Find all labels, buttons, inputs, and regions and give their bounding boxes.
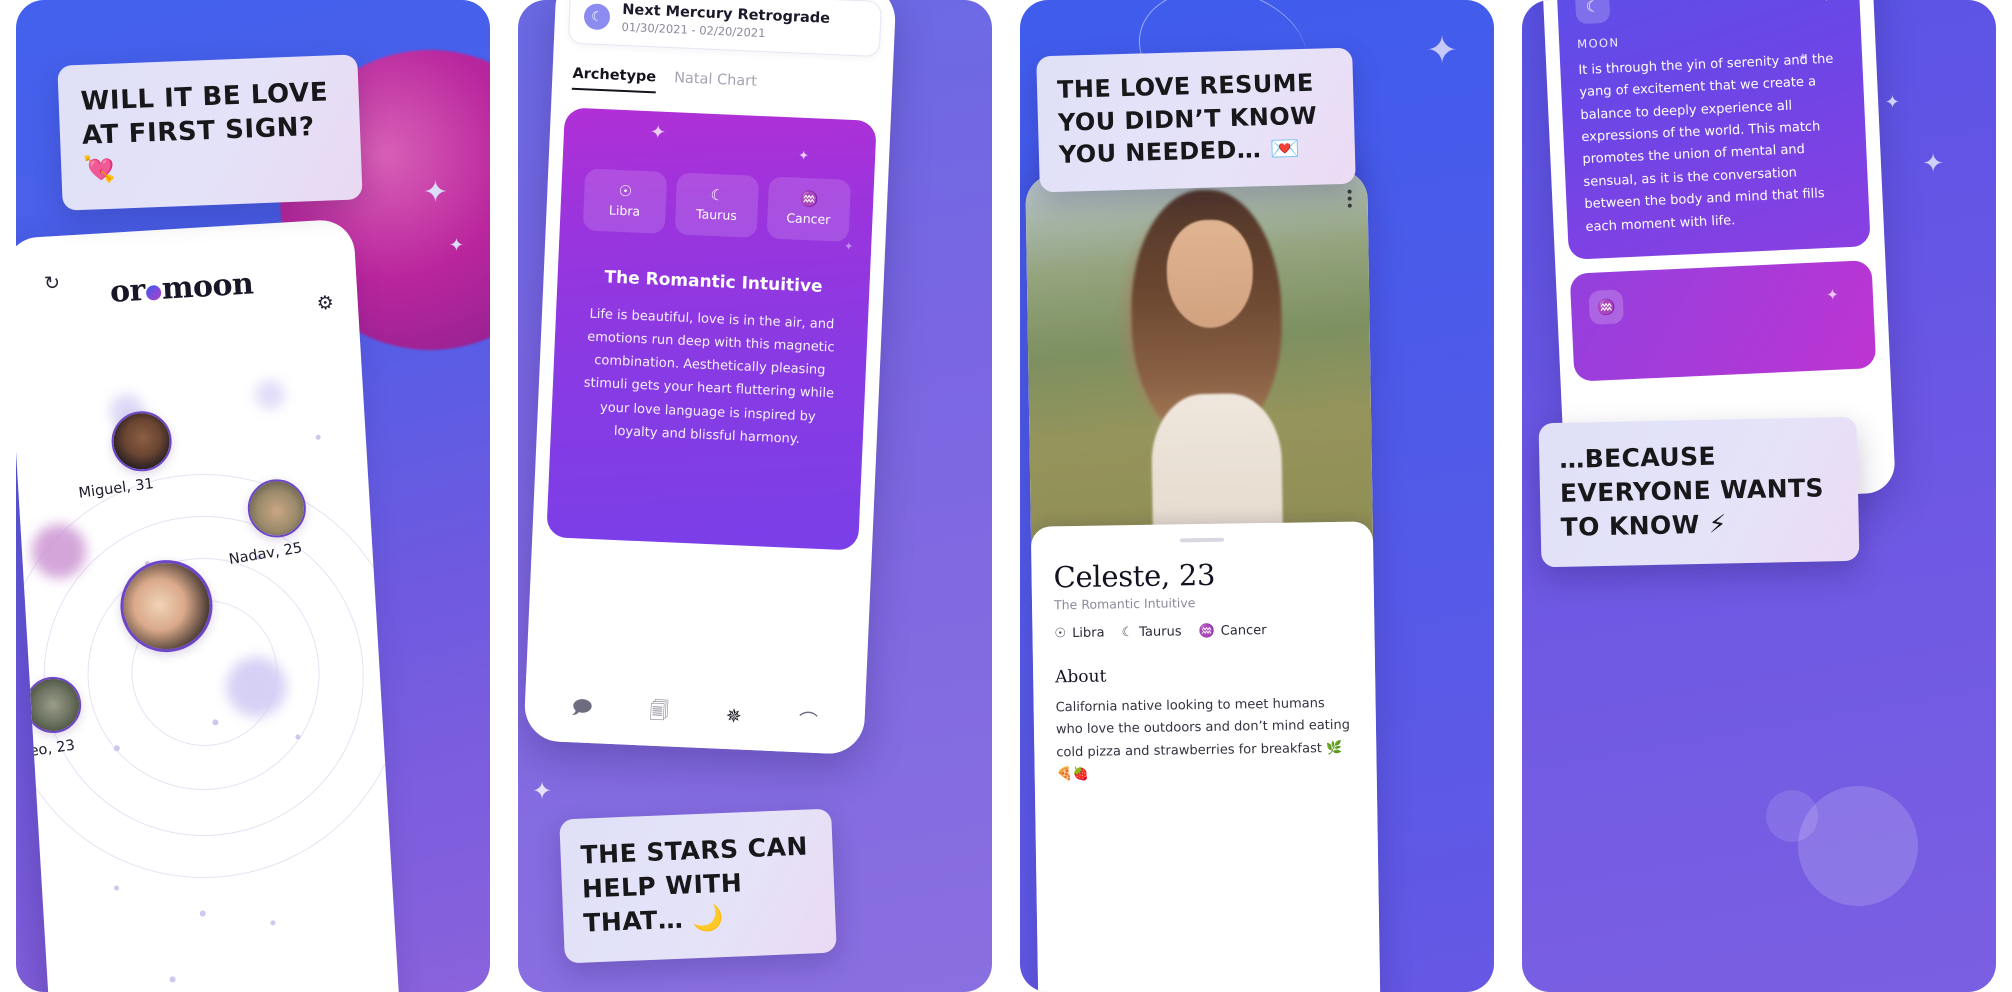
more-options-icon[interactable] (1347, 189, 1352, 208)
orbit-dot (270, 920, 276, 926)
profile-photo[interactable] (1025, 169, 1374, 567)
profile-sign-row: ☉ Libra ☾ Taurus ♒ Cancer (1054, 621, 1352, 642)
panel3-headline-text: THE LOVE RESUME YOU DIDN’T KNOW YOU NEED… (1056, 68, 1318, 170)
screenshot-panel-1: ✦ ✦ WILL IT BE LOVE AT FIRST SIGN? 💘 ↻ o… (16, 0, 490, 992)
sign-chip-moon[interactable]: ☾ Taurus (674, 172, 760, 238)
sparkle-icon: ✦ (1797, 49, 1809, 65)
decor-orb (1766, 790, 1818, 842)
sun-icon: ☉ (618, 182, 633, 201)
moon-icon: ☾ (1574, 0, 1611, 25)
cards-icon[interactable]: 🗐 (649, 697, 669, 730)
orbit-ring (16, 462, 403, 890)
tab-archetype[interactable]: Archetype (571, 65, 657, 94)
archetype-card: ✦ ✦ ✦ ☉ Libra ☾ Taurus ♒ Cancer The Roma… (546, 107, 877, 551)
profile-archetype: The Romantic Intuitive (1053, 595, 1196, 613)
orbit-dot (315, 434, 321, 440)
about-body: California native looking to meet humans… (1055, 696, 1351, 783)
orbit-dot (169, 976, 176, 983)
panel3-phone-mock: Celeste, 23 The Romantic Intuitive ☉ Lib… (1025, 169, 1381, 992)
sign-name: Cancer (786, 210, 831, 228)
sheet-grabber[interactable] (1179, 537, 1225, 543)
decor-orb (1798, 786, 1918, 906)
moon-insight-card: ✦ ✦ ☾ MOON It is through the yin of sere… (1555, 0, 1871, 260)
sign-name: Cancer (1220, 622, 1267, 639)
chat-icon[interactable]: 🗩 (571, 693, 593, 726)
sign-name: Taurus (695, 206, 738, 224)
sparkle-icon: ✦ (1884, 92, 1900, 112)
tab-natal-chart[interactable]: Natal Chart (673, 70, 757, 98)
screenshot-panel-2: ☾ Next Mercury Retrograde 01/30/2021 - 0… (518, 0, 992, 992)
panel2-phone-mock: ☾ Next Mercury Retrograde 01/30/2021 - 0… (523, 0, 897, 756)
profile-sign-moon: ☾ Taurus (1121, 623, 1181, 640)
avatar-photo (248, 479, 306, 537)
panel1-headline-card: WILL IT BE LOVE AT FIRST SIGN? 💘 (57, 54, 363, 211)
sign-chip-rising[interactable]: ♒ Cancer (766, 176, 852, 242)
moon-card-body: It is through the yin of serenity and th… (1578, 51, 1834, 235)
panel1-phone-mock: ↻ or moon ⚙ Miguel, 31 Nadav, 25 Leo, 23 (16, 218, 403, 992)
match-avatar[interactable] (109, 409, 174, 474)
sign-name: Taurus (1139, 623, 1182, 640)
sparkle-icon: ✦ (532, 778, 553, 805)
moon-icon: ☾ (583, 3, 611, 31)
sparkle-icon: ✦ (649, 122, 667, 144)
profile-sign-rising: ♒ Cancer (1198, 622, 1266, 639)
rising-icon: ♒ (1198, 622, 1215, 639)
sparkle-icon: ✦ (448, 235, 464, 255)
about-heading: About (1055, 666, 1107, 688)
panel4-caption-text: …BECAUSE EVERYONE WANTS TO KNOW ⚡ (1558, 441, 1825, 542)
rising-icon: ♒ (799, 190, 819, 209)
app-store-screenshot-gallery: ✦ ✦ WILL IT BE LOVE AT FIRST SIGN? 💘 ↻ o… (0, 0, 2012, 992)
avatar-photo (25, 677, 81, 733)
sparkle-icon: ✦ (797, 147, 810, 164)
panel3-headline-card: THE LOVE RESUME YOU DIDN’T KNOW YOU NEED… (1036, 47, 1356, 193)
sparkle-icon: ✦ (1922, 148, 1944, 178)
sign-name: Libra (608, 202, 641, 219)
profile-name: Celeste, 23 (1053, 557, 1216, 595)
sparkle-icon: ✦ (1825, 286, 1840, 305)
screenshot-panel-4: of convers… evolve the meaning of love. … (1522, 0, 1996, 992)
profile-icon[interactable]: ⌒ (798, 706, 818, 734)
decor-orb (254, 378, 286, 411)
moon-icon: ☾ (1121, 624, 1134, 640)
archetype-title: The Romantic Intuitive (604, 267, 823, 297)
screenshot-panel-3: ✦ THE LOVE RESUME YOU DIDN’T KNOW YOU NE… (1020, 0, 1494, 992)
panel2-caption-text: THE STARS CAN HELP WITH THAT… 🌙 (580, 831, 809, 938)
panel1-headline-text: WILL IT BE LOVE AT FIRST SIGN? 💘 (80, 77, 329, 186)
archetype-tabs: Archetype Natal Chart (571, 65, 879, 103)
sign-name: Libra (1072, 625, 1105, 641)
sparkle-icon: ✦ (422, 176, 448, 209)
avatar-photo (120, 560, 212, 652)
profile-detail-sheet: Celeste, 23 The Romantic Intuitive ☉ Lib… (1030, 521, 1381, 992)
archetype-body: Life is beautiful, love is in the air, a… (583, 306, 835, 447)
bottom-navigation: 🗩 🗐 ✵ ⌒ (523, 674, 866, 756)
rising-insight-card: ✦ ♒ (1569, 259, 1877, 382)
panel4-caption-card: …BECAUSE EVERYONE WANTS TO KNOW ⚡ (1538, 416, 1860, 568)
rising-icon: ♒ (1588, 289, 1624, 325)
panel2-caption-card: THE STARS CAN HELP WITH THAT… 🌙 (559, 808, 837, 964)
profile-sign-sun: ☉ Libra (1054, 625, 1104, 642)
moon-icon: ☾ (710, 186, 725, 205)
sparkle-icon: ✦ (1819, 0, 1834, 7)
sparkle-icon: ✦ (1426, 30, 1458, 72)
sun-icon: ☉ (1054, 625, 1067, 641)
sign-chip-row: ☉ Libra ☾ Taurus ♒ Cancer (580, 168, 854, 242)
mercury-retrograde-card[interactable]: ☾ Next Mercury Retrograde 01/30/2021 - 0… (567, 0, 882, 58)
orbit-dot (113, 885, 120, 891)
orbit-dot (199, 910, 206, 917)
sparkle-icon: ✦ (843, 240, 854, 254)
orbit-map: Miguel, 31 Nadav, 25 Leo, 23 (16, 218, 403, 992)
moon-card-label: MOON (1576, 35, 1620, 52)
compass-icon[interactable]: ✵ (725, 705, 742, 729)
avatar-photo (112, 411, 172, 471)
sign-chip-sun[interactable]: ☉ Libra (582, 168, 668, 234)
